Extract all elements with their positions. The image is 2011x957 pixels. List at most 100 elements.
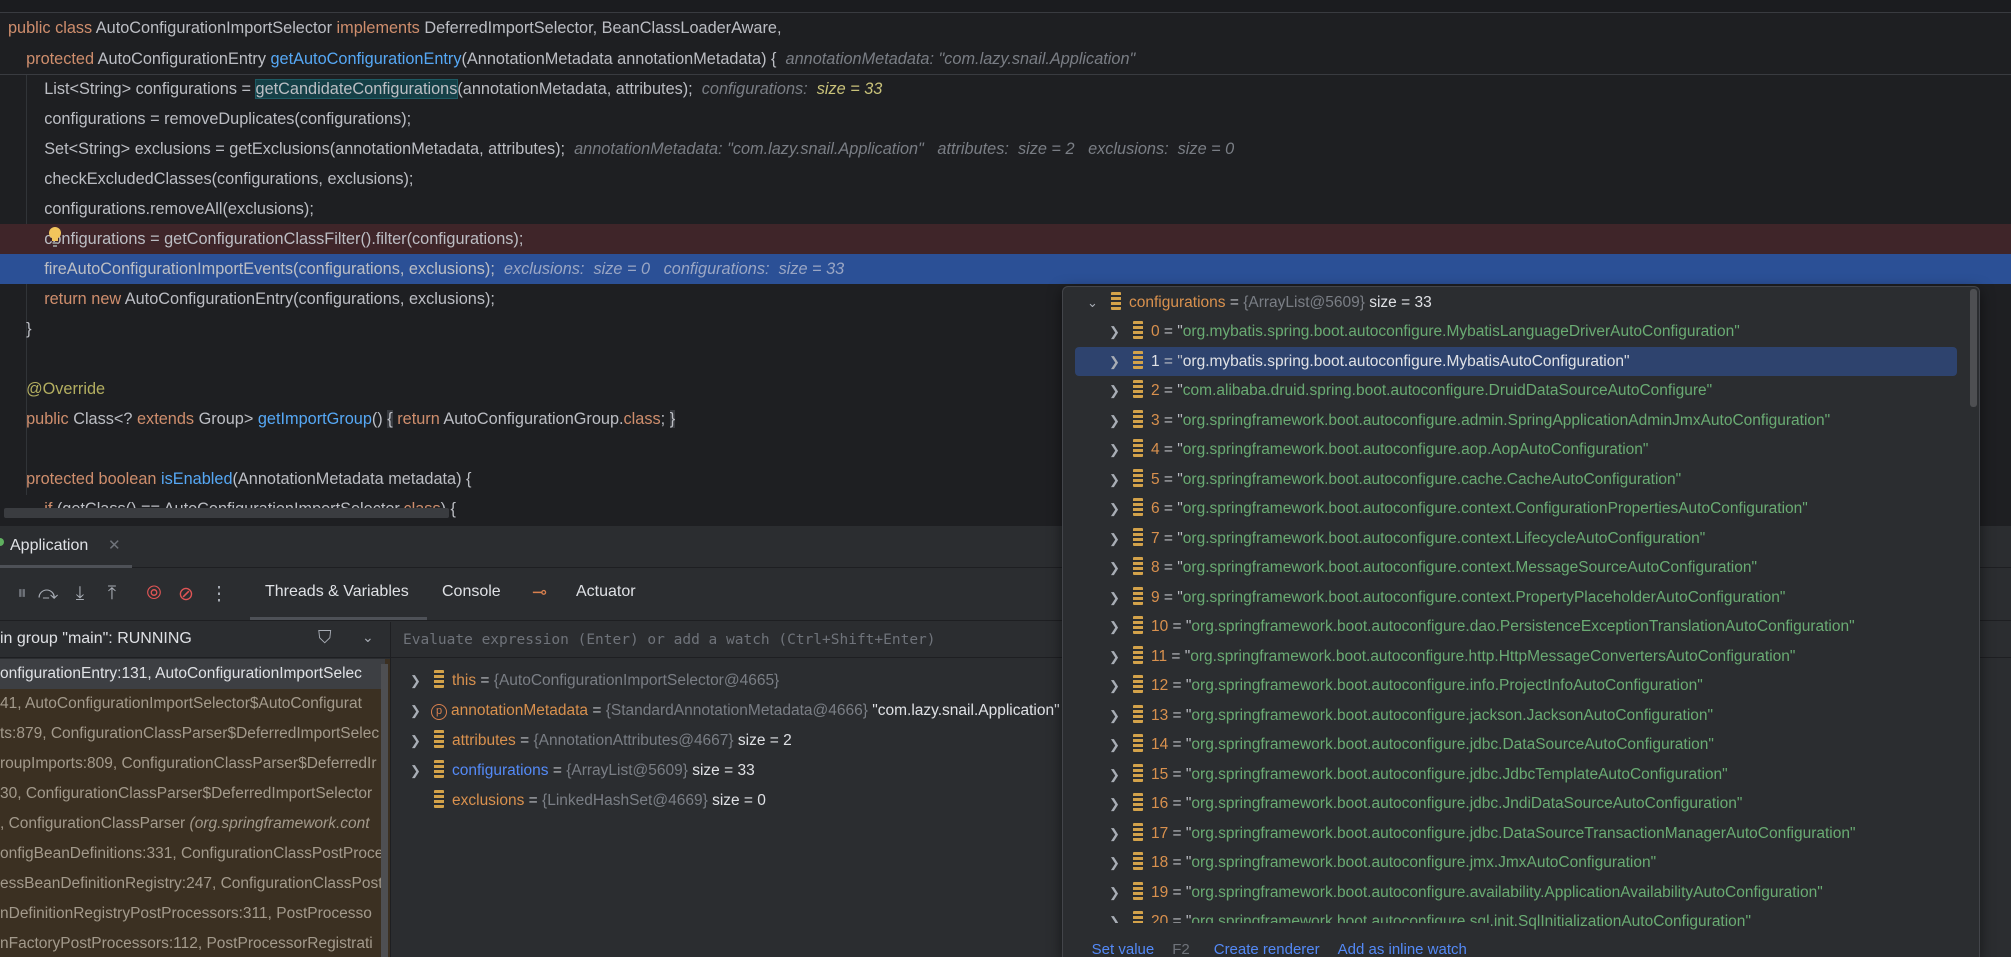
step-over-icon[interactable]: ⤼ bbox=[36, 583, 60, 605]
popup-list-item[interactable]: ❯ 5 = "org.springframework.boot.autoconfi… bbox=[1075, 465, 1957, 495]
code-token: () bbox=[371, 410, 388, 428]
quote: " bbox=[1699, 529, 1706, 547]
stack-frame[interactable]: roupImports:809, ConfigurationClassParse… bbox=[0, 749, 385, 779]
field-icon bbox=[1133, 498, 1143, 516]
popup-list-item[interactable]: ❯ 11 = "org.springframework.boot.autoconf… bbox=[1075, 642, 1957, 672]
panel-divider[interactable] bbox=[390, 622, 391, 957]
chevron-down-icon[interactable]: ⌄ bbox=[1087, 288, 1107, 318]
stack-frame[interactable]: essBeanDefinitionRegistry:247, Configura… bbox=[0, 869, 385, 899]
stack-frame[interactable]: ts:879, ConfigurationClassParser$Deferre… bbox=[0, 719, 385, 749]
popup-list-item[interactable]: ❯ 0 = "org.mybatis.spring.boot.autoconfig… bbox=[1075, 317, 1957, 347]
item-index: 6 bbox=[1151, 500, 1160, 517]
stack-frame[interactable]: onfigBeanDefinitions:331, ConfigurationC… bbox=[0, 839, 385, 869]
chevron-right-icon[interactable]: ❯ bbox=[1109, 494, 1129, 524]
chevron-right-icon[interactable]: ❯ bbox=[1109, 465, 1129, 495]
chevron-right-icon[interactable]: ❯ bbox=[1109, 671, 1129, 701]
chevron-right-icon[interactable]: ❯ bbox=[1109, 612, 1129, 642]
item-value: org.springframework.boot.autoconfigure.a… bbox=[1182, 441, 1643, 458]
field-icon bbox=[1133, 793, 1143, 811]
popup-list-item[interactable]: ❯ 12 = "org.springframework.boot.autoconf… bbox=[1075, 671, 1957, 701]
pause-icon[interactable]: ⏸ bbox=[10, 583, 34, 605]
close-icon[interactable]: ✕ bbox=[108, 536, 121, 554]
chevron-right-icon[interactable]: ❯ bbox=[1109, 406, 1129, 436]
stack-frame[interactable]: onfigurationEntry:131, AutoConfiguration… bbox=[0, 659, 385, 689]
chevron-right-icon[interactable]: ❯ bbox=[1109, 819, 1129, 849]
chevron-right-icon[interactable]: ❯ bbox=[1109, 878, 1129, 908]
set-value-link[interactable]: Set value bbox=[1092, 941, 1155, 957]
popup-list-item[interactable]: ❯ 4 = "org.springframework.boot.autoconfi… bbox=[1075, 435, 1957, 465]
stack-frame[interactable]: nDefinitionRegistryPostProcessors:311, P… bbox=[0, 899, 385, 929]
chevron-right-icon[interactable]: ❯ bbox=[1109, 317, 1129, 347]
chevron-right-icon[interactable]: ❯ bbox=[1109, 583, 1129, 613]
variable-row[interactable]: ❯ configurations = {ArrayList@5609} size … bbox=[410, 756, 755, 786]
tab-application[interactable]: Application ✕ bbox=[0, 526, 132, 568]
code-token: Set<String> exclusions = getExclusions(a… bbox=[8, 140, 575, 158]
lightbulb-icon[interactable] bbox=[48, 226, 62, 248]
chevron-right-icon[interactable]: ❯ bbox=[1109, 848, 1129, 878]
add-inline-watch-link[interactable]: Add as inline watch bbox=[1338, 941, 1467, 957]
chevron-right-icon[interactable]: ❯ bbox=[1109, 760, 1129, 790]
chevron-right-icon[interactable]: ❯ bbox=[1109, 435, 1129, 465]
chevron-right-icon[interactable]: ❯ bbox=[1109, 553, 1129, 583]
popup-list-item[interactable]: ❯ 1 = "org.mybatis.spring.boot.autoconfig… bbox=[1075, 346, 1957, 377]
code-token: getAutoConfigurationEntry bbox=[270, 50, 462, 68]
popup-list-item[interactable]: ❯ 6 = "org.springframework.boot.autoconfi… bbox=[1075, 494, 1957, 524]
popup-scrollbar[interactable] bbox=[1970, 289, 1977, 407]
chevron-down-icon[interactable]: ⌄ bbox=[362, 629, 374, 646]
create-renderer-link[interactable]: Create renderer bbox=[1214, 941, 1320, 957]
equals-sign: = " bbox=[1168, 736, 1192, 753]
stack-frame[interactable]: 41, AutoConfigurationImportSelector$Auto… bbox=[0, 689, 385, 719]
frames-scrollbar[interactable] bbox=[381, 664, 388, 957]
chevron-right-icon[interactable]: ❯ bbox=[410, 666, 430, 696]
stack-frame[interactable]: , ConfigurationClassParser (org.springfr… bbox=[0, 809, 385, 839]
variable-row[interactable]: ❯ p annotationMetadata = {StandardAnnotati… bbox=[410, 696, 1060, 726]
popup-list-item[interactable]: ❯ 7 = "org.springframework.boot.autoconfi… bbox=[1075, 524, 1957, 554]
horizontal-scrollbar[interactable] bbox=[4, 508, 449, 518]
popup-list-item[interactable]: ❯ 9 = "org.springframework.boot.autoconfi… bbox=[1075, 583, 1957, 613]
chevron-right-icon[interactable]: ❯ bbox=[1109, 347, 1129, 377]
step-into-icon[interactable]: ⤓ bbox=[68, 583, 92, 605]
variable-value: {ArrayList@5609} bbox=[566, 762, 688, 779]
filter-icon[interactable]: ⛉ bbox=[318, 627, 332, 648]
chevron-right-icon[interactable]: ❯ bbox=[410, 696, 430, 726]
stack-frame[interactable]: nFactoryPostProcessors:112, PostProcesso… bbox=[0, 929, 385, 957]
tab-actuator[interactable]: Actuator bbox=[576, 583, 636, 601]
chevron-right-icon[interactable]: ❯ bbox=[1109, 789, 1129, 819]
field-icon bbox=[434, 670, 444, 688]
parameter-icon: p bbox=[431, 704, 447, 720]
equals-sign: = " bbox=[1168, 883, 1192, 901]
popup-list-item[interactable]: ❯ 13 = "org.springframework.boot.autoconf… bbox=[1075, 701, 1957, 731]
popup-list-item[interactable]: ❯ 17 = "org.springframework.boot.autoconf… bbox=[1075, 819, 1957, 849]
chevron-right-icon[interactable]: ❯ bbox=[1109, 730, 1129, 760]
chevron-right-icon[interactable]: ❯ bbox=[1109, 524, 1129, 554]
chevron-right-icon[interactable]: ❯ bbox=[1109, 701, 1129, 731]
chevron-right-icon[interactable]: ❯ bbox=[410, 756, 430, 786]
popup-list-item[interactable]: ❯ 16 = "org.springframework.boot.autoconf… bbox=[1075, 789, 1957, 819]
popup-list-item[interactable]: ❯ 15 = "org.springframework.boot.autoconf… bbox=[1075, 760, 1957, 790]
popup-root-row[interactable]: ⌄ configurations = {ArrayList@5609} size … bbox=[1075, 288, 1957, 318]
popup-list-item[interactable]: ❯ 19 = "org.springframework.boot.autoconf… bbox=[1075, 878, 1957, 908]
popup-list-item[interactable]: ❯ 14 = "org.springframework.boot.autoconf… bbox=[1075, 730, 1957, 760]
popup-list-item[interactable]: ❯ 3 = "org.springframework.boot.autoconfi… bbox=[1075, 406, 1957, 436]
mute-breakpoints-icon[interactable]: ⊘ bbox=[174, 583, 198, 606]
popup-list-item[interactable]: ❯ 2 = "com.alibaba.druid.spring.boot.auto… bbox=[1075, 376, 1957, 406]
popup-list-item[interactable]: ❯ 8 = "org.springframework.boot.autoconfi… bbox=[1075, 553, 1957, 583]
chevron-right-icon[interactable]: ❯ bbox=[1109, 376, 1129, 406]
chevron-right-icon[interactable]: ❯ bbox=[410, 726, 430, 756]
code-token: } bbox=[669, 410, 676, 428]
stack-frame[interactable]: 30, ConfigurationClassParser$DeferredImp… bbox=[0, 779, 385, 809]
popup-list-item[interactable]: ❯ 18 = "org.springframework.boot.autoconf… bbox=[1075, 848, 1957, 878]
view-breakpoints-icon[interactable]: ⦾ bbox=[142, 583, 166, 605]
more-icon[interactable]: ⋮ bbox=[207, 583, 231, 606]
chevron-right-icon[interactable]: ❯ bbox=[1109, 642, 1129, 672]
popup-list-item[interactable]: ❯ 10 = "org.springframework.boot.autoconf… bbox=[1075, 612, 1957, 642]
variable-row[interactable]: ❯ attributes = {AnnotationAttributes@4667… bbox=[410, 726, 792, 756]
thread-selector[interactable]: in group "main": RUNNING bbox=[0, 630, 192, 648]
variable-row[interactable]: ❯ this = {AutoConfigurationImportSelector… bbox=[410, 666, 784, 696]
variable-row[interactable]: exclusions = {LinkedHashSet@4669} size =… bbox=[410, 786, 766, 816]
tab-threads-variables[interactable]: Threads & Variables bbox=[265, 583, 409, 601]
tab-console[interactable]: Console bbox=[442, 583, 501, 601]
step-out-icon[interactable]: ⤒ bbox=[100, 583, 124, 605]
equals-sign: = " bbox=[1159, 352, 1183, 370]
